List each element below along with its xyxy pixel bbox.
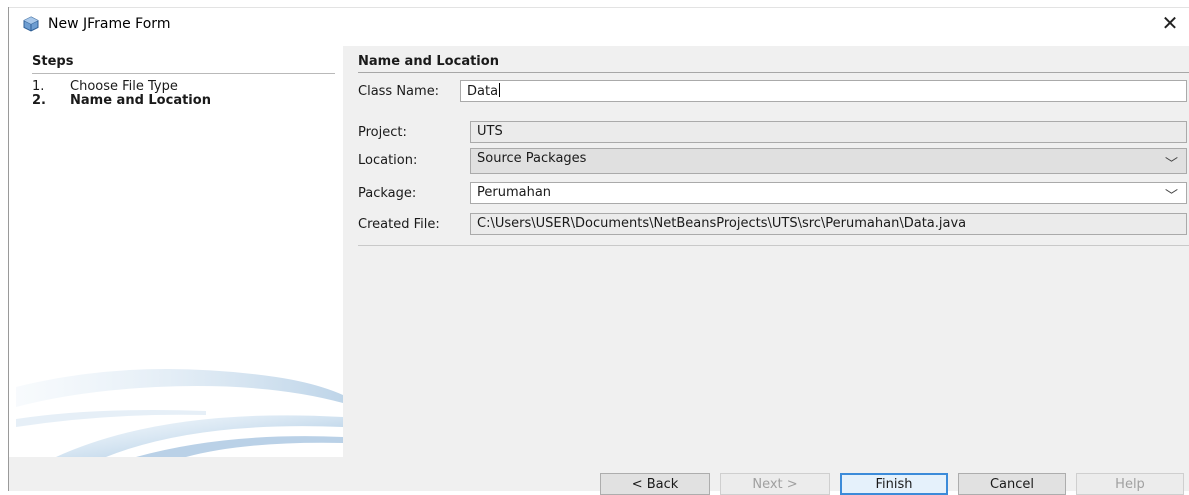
step-number: 2. (32, 93, 46, 108)
created-file-value: C:\Users\USER\Documents\NetBeansProjects… (477, 216, 967, 231)
step-label: Choose File Type (70, 79, 178, 94)
step-label: Name and Location (70, 93, 211, 108)
class-name-input[interactable]: Data (460, 80, 1187, 102)
location-dropdown[interactable]: Source Packages ﹀ (470, 148, 1187, 174)
back-button[interactable]: < Back (600, 473, 710, 495)
content-panel: Name and Location Class Name: Data Proje… (343, 46, 1189, 457)
netbeans-cube-icon (23, 16, 39, 32)
step-number: 1. (32, 79, 45, 94)
step-name-and-location: 2. Name and Location (32, 93, 211, 108)
title-bar (9, 8, 1189, 40)
section-title: Name and Location (358, 54, 499, 69)
package-value: Perumahan (477, 185, 552, 200)
text-cursor (499, 83, 501, 97)
location-label: Location: (358, 153, 418, 168)
step-choose-file-type: 1. Choose File Type (32, 79, 178, 94)
created-file-label: Created File: (358, 217, 440, 232)
steps-title: Steps (32, 54, 74, 69)
created-file-field: C:\Users\USER\Documents\NetBeansProjects… (470, 213, 1187, 235)
finish-button[interactable]: Finish (840, 473, 948, 495)
project-value: UTS (477, 124, 503, 139)
project-field: UTS (470, 121, 1187, 143)
content-divider (358, 245, 1189, 246)
package-combobox[interactable]: Perumahan ﹀ (470, 182, 1187, 204)
window-top-edge (8, 0, 1189, 8)
chevron-down-icon[interactable]: ﹀ (1165, 185, 1178, 204)
class-name-label: Class Name: (358, 84, 440, 99)
window-left-border (8, 7, 9, 491)
package-label: Package: (358, 186, 417, 201)
project-label: Project: (358, 125, 407, 140)
help-button[interactable]: Help (1076, 473, 1184, 495)
close-icon[interactable]: ✕ (1157, 10, 1183, 36)
window-title: New JFrame Form (48, 16, 171, 32)
steps-panel: Steps 1. Choose File Type 2. Name and Loca… (16, 46, 343, 457)
wizard-decoration-graphic (16, 369, 343, 457)
location-value: Source Packages (477, 151, 587, 166)
next-button[interactable]: Next > (720, 473, 830, 495)
chevron-down-icon: ﹀ (1164, 157, 1178, 172)
section-divider (358, 72, 1189, 73)
cancel-button[interactable]: Cancel (958, 473, 1066, 495)
class-name-value: Data (467, 84, 499, 99)
steps-divider (32, 73, 335, 74)
